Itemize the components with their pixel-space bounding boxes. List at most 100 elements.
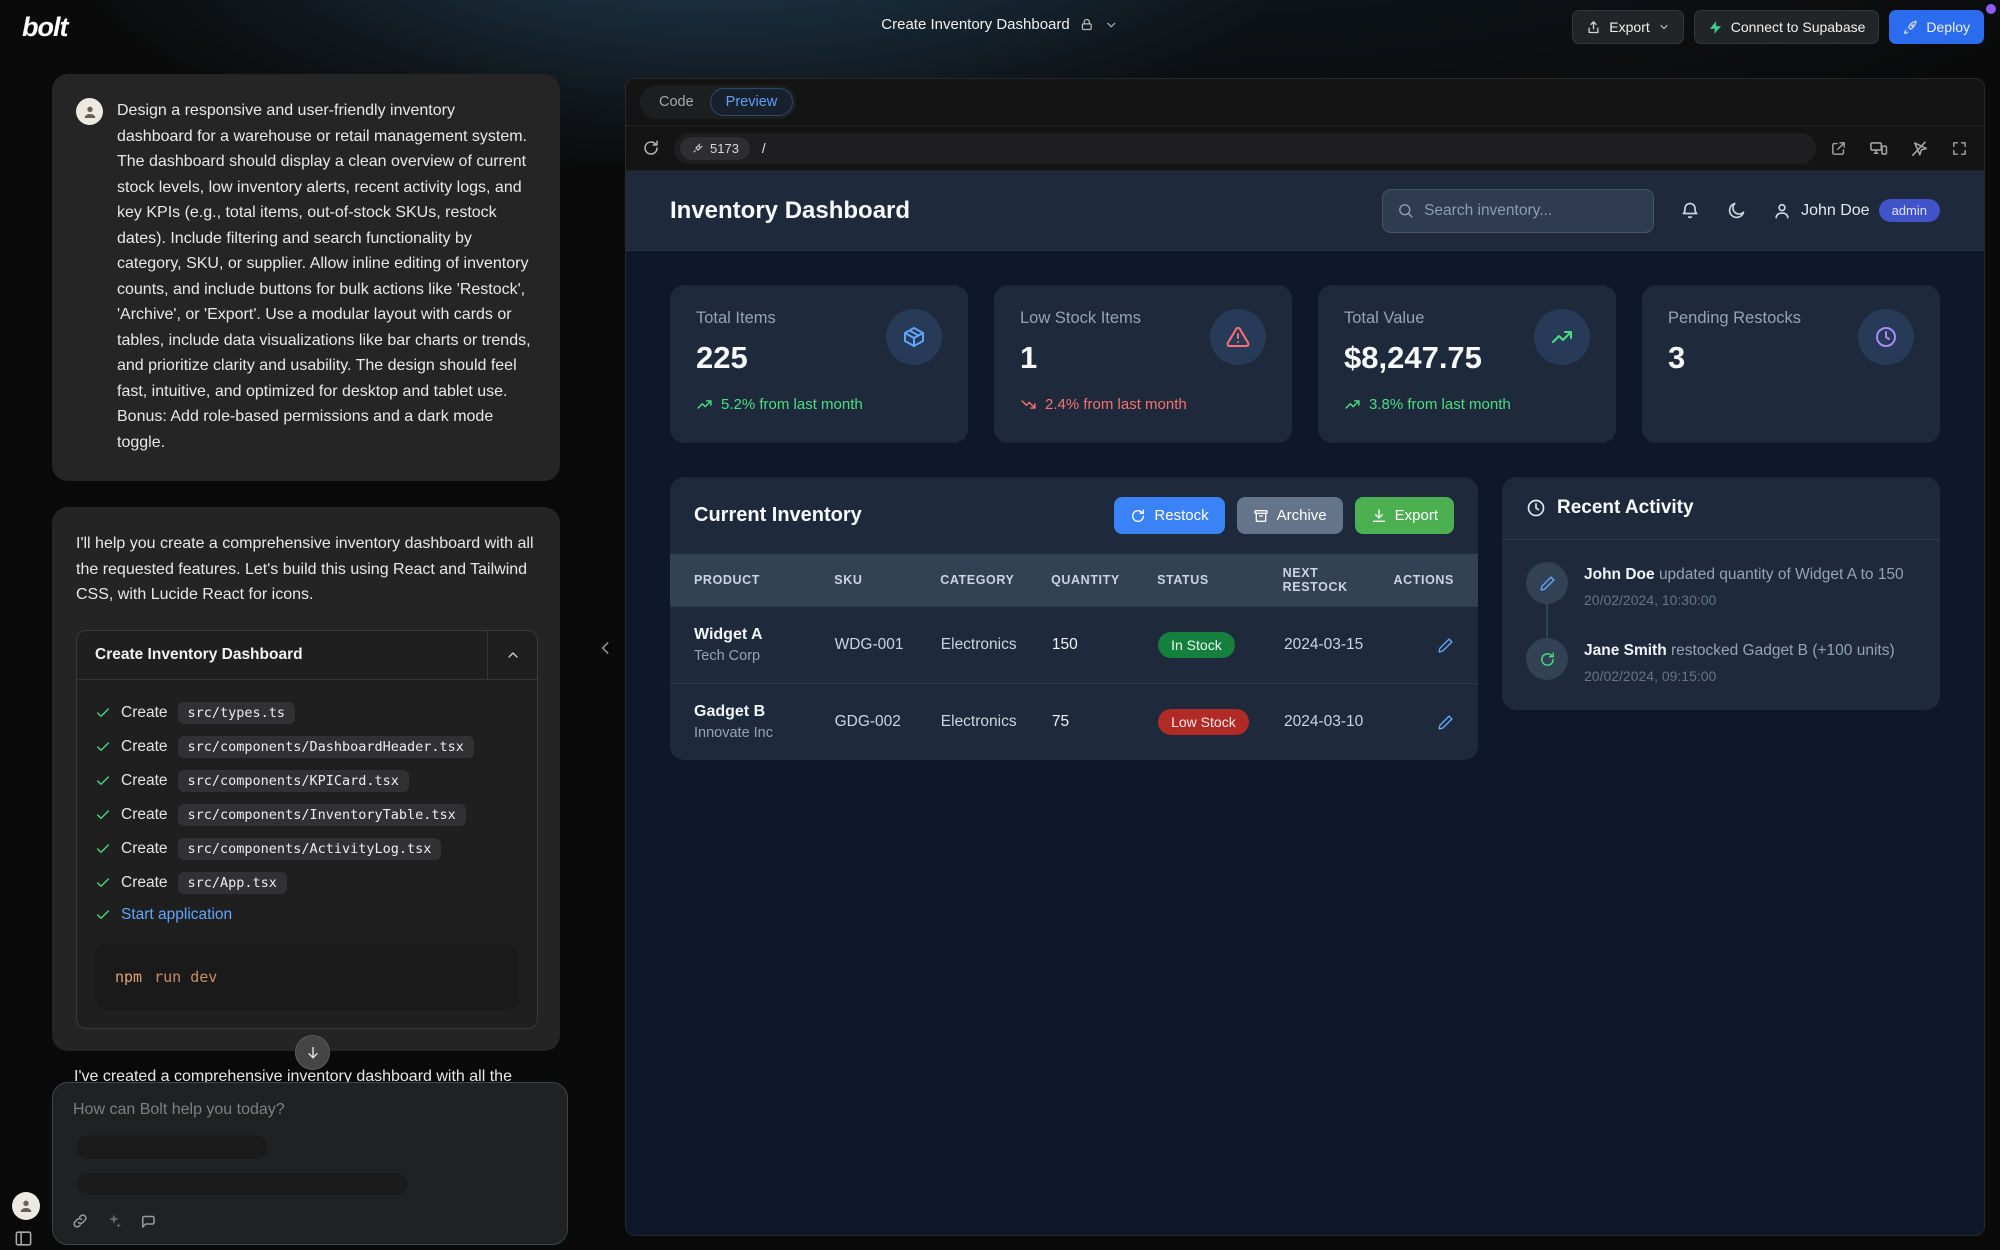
deploy-button[interactable]: Deploy <box>1889 10 1984 44</box>
chat-panel: Design a responsive and user-friendly in… <box>52 74 560 1250</box>
tab-preview[interactable]: Preview <box>710 88 794 116</box>
search-placeholder: Search inventory... <box>1424 202 1552 220</box>
edit-pencil-icon[interactable] <box>1437 714 1454 731</box>
open-external-icon[interactable] <box>1830 140 1847 157</box>
task-card-title: Create Inventory Dashboard <box>77 631 487 679</box>
lock-icon <box>1080 17 1095 32</box>
trending-up-icon <box>1344 396 1361 413</box>
account-avatar[interactable] <box>12 1192 40 1220</box>
category-cell: Electronics <box>941 713 1044 731</box>
product-supplier: Tech Corp <box>694 648 827 664</box>
column-product: Product <box>694 573 826 587</box>
bell-icon[interactable] <box>1680 201 1700 221</box>
check-icon <box>95 907 111 923</box>
rocket-icon <box>1903 20 1918 35</box>
address-bar[interactable]: 5173 / <box>674 133 1816 164</box>
dashboard-title: Inventory Dashboard <box>670 197 910 225</box>
quantity-cell[interactable]: 75 <box>1052 713 1150 731</box>
top-bar: bolt Create Inventory Dashboard Export C… <box>0 0 2000 56</box>
inventory-title: Current Inventory <box>694 504 862 527</box>
kpi-card-total-value: Total Value $8,247.75 3.8% from last mon… <box>1318 285 1616 443</box>
task-item-start-application: Start application <box>95 900 519 930</box>
search-input[interactable]: Search inventory... <box>1382 189 1654 233</box>
task-file-chip[interactable]: src/components/InventoryTable.tsx <box>178 804 466 826</box>
scroll-to-bottom-button[interactable] <box>295 1035 330 1070</box>
activity-title: Recent Activity <box>1557 497 1694 519</box>
user-avatar <box>76 98 103 125</box>
product-supplier: Innovate Inc <box>694 725 827 741</box>
plug-icon <box>691 142 704 155</box>
collapse-chat-handle[interactable] <box>596 638 616 658</box>
category-cell: Electronics <box>941 636 1044 654</box>
sidebar-toggle-icon[interactable] <box>14 1229 33 1248</box>
task-file-chip[interactable]: src/types.ts <box>178 702 296 724</box>
task-file-chip[interactable]: src/components/ActivityLog.tsx <box>178 838 442 860</box>
quantity-cell[interactable]: 150 <box>1052 636 1150 654</box>
redacted-blob <box>77 1173 407 1195</box>
restock-date-cell: 2024-03-15 <box>1284 636 1387 654</box>
user-message: Design a responsive and user-friendly in… <box>52 74 560 481</box>
task-item: Create src/components/InventoryTable.tsx <box>95 798 519 832</box>
device-preview-icon[interactable] <box>1869 139 1888 158</box>
tab-code[interactable]: Code <box>643 88 710 116</box>
clock-icon <box>1858 309 1914 365</box>
export-csv-label: Export <box>1395 507 1438 524</box>
url-path: / <box>762 141 766 156</box>
export-csv-button[interactable]: Export <box>1355 497 1454 534</box>
kpi-label: Total Items <box>696 309 776 328</box>
reload-icon[interactable] <box>642 139 660 157</box>
fullscreen-icon[interactable] <box>1951 140 1968 157</box>
task-item: Create src/types.ts <box>95 696 519 730</box>
kpi-label: Total Value <box>1344 309 1482 328</box>
project-title-menu[interactable]: Create Inventory Dashboard <box>881 16 1118 33</box>
status-dot <box>1986 4 1996 14</box>
task-file-chip[interactable]: src/components/KPICard.tsx <box>178 770 409 792</box>
dark-mode-toggle-icon[interactable] <box>1726 201 1746 221</box>
inventory-dashboard-app: Inventory Dashboard Search inventory... … <box>626 171 1984 1235</box>
check-icon <box>95 841 111 857</box>
restock-button[interactable]: Restock <box>1114 497 1224 534</box>
kpi-value: 225 <box>696 340 776 376</box>
kpi-value: $8,247.75 <box>1344 340 1482 376</box>
port-pill[interactable]: 5173 <box>680 137 750 160</box>
chat-input[interactable]: How can Bolt help you today? <box>52 1082 568 1245</box>
sparkles-icon[interactable] <box>105 1212 123 1230</box>
export-button[interactable]: Export <box>1572 10 1683 44</box>
package-icon <box>886 309 942 365</box>
kpi-label: Pending Restocks <box>1668 309 1801 328</box>
connect-supabase-button[interactable]: Connect to Supabase <box>1694 10 1880 44</box>
preview-pane: Code Preview 5173 / Inventory Dashboard <box>625 78 1985 1236</box>
redacted-blob <box>77 1135 267 1159</box>
bolt-logo[interactable]: bolt <box>22 12 67 43</box>
sku-cell: GDG-002 <box>835 713 933 731</box>
share-icon <box>1586 20 1601 35</box>
chevron-down-icon <box>1658 21 1670 33</box>
product-name: Gadget B <box>694 703 827 721</box>
product-name: Widget A <box>694 626 827 644</box>
command-args: run dev <box>154 968 217 986</box>
command-npm: npm <box>115 968 142 986</box>
attach-link-icon[interactable] <box>71 1212 89 1230</box>
task-action: Create <box>121 738 168 756</box>
chat-bubbles-icon[interactable] <box>139 1212 157 1230</box>
inspector-toggle-icon[interactable] <box>1910 139 1929 158</box>
task-file-chip[interactable]: src/components/DashboardHeader.tsx <box>178 736 474 758</box>
table-row: Widget A Tech Corp WDG-001 Electronics 1… <box>670 606 1478 683</box>
kpi-trend-text: 5.2% from last month <box>721 396 863 413</box>
kpi-card-low-stock: Low Stock Items 1 2.4% from last month <box>994 285 1292 443</box>
check-icon <box>95 875 111 891</box>
collapse-task-card-button[interactable] <box>487 631 537 679</box>
chevron-down-icon <box>1105 18 1119 32</box>
start-application-link[interactable]: Start application <box>121 906 232 924</box>
kpi-label: Low Stock Items <box>1020 309 1141 328</box>
kpi-value: 3 <box>1668 340 1801 376</box>
task-file-chip[interactable]: src/App.tsx <box>178 872 287 894</box>
trending-down-icon <box>1020 396 1037 413</box>
edit-pencil-icon[interactable] <box>1437 637 1454 654</box>
inventory-table-header: Product SKU Category Quantity Status Nex… <box>670 554 1478 606</box>
user-menu[interactable]: John Doe admin <box>1772 199 1940 222</box>
restock-date-cell: 2024-03-10 <box>1284 713 1387 731</box>
restock-label: Restock <box>1154 507 1208 524</box>
archive-button[interactable]: Archive <box>1237 497 1343 534</box>
download-icon <box>1371 508 1387 524</box>
